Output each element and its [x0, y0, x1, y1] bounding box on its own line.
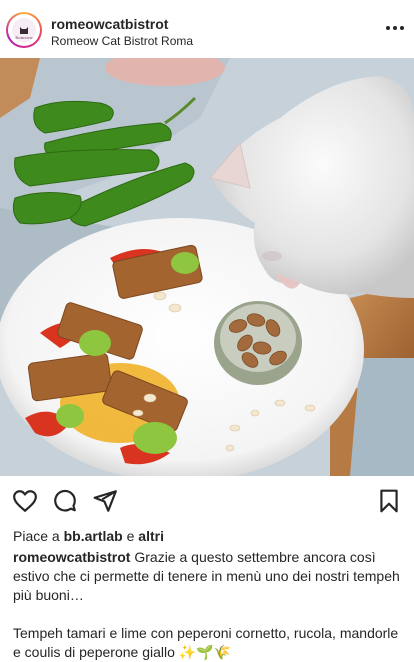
likes-prefix: Piace a — [13, 528, 60, 544]
post-username[interactable]: romeowcatbistrot — [51, 16, 168, 32]
svg-text:Romeow: Romeow — [15, 35, 33, 40]
avatar[interactable]: Romeow — [6, 12, 42, 48]
post-header: Romeow romeowcatbistrot Romeow Cat Bistr… — [0, 0, 414, 58]
more-options-icon[interactable] — [386, 21, 404, 35]
comment-icon[interactable] — [52, 488, 78, 514]
caption-username[interactable]: romeowcatbistrot — [13, 549, 130, 565]
post-caption: romeowcatbistrot Grazie a questo settemb… — [13, 548, 405, 662]
send-icon[interactable] — [92, 488, 118, 514]
heart-icon[interactable] — [12, 488, 38, 514]
bookmark-icon[interactable] — [376, 488, 402, 514]
caption-text-2: Tempeh tamari e lime con peperoni cornet… — [13, 625, 399, 660]
post-location[interactable]: Romeow Cat Bistrot Roma — [51, 34, 193, 48]
likes-summary[interactable]: Piace a bb.artlab e altri — [13, 528, 164, 544]
likes-user[interactable]: bb.artlab — [64, 528, 123, 544]
likes-connector: e — [126, 528, 135, 544]
post-photo[interactable] — [0, 58, 414, 476]
likes-others[interactable]: altri — [138, 528, 164, 544]
romeow-logo-icon: Romeow — [12, 18, 36, 42]
post-actions — [0, 476, 414, 522]
